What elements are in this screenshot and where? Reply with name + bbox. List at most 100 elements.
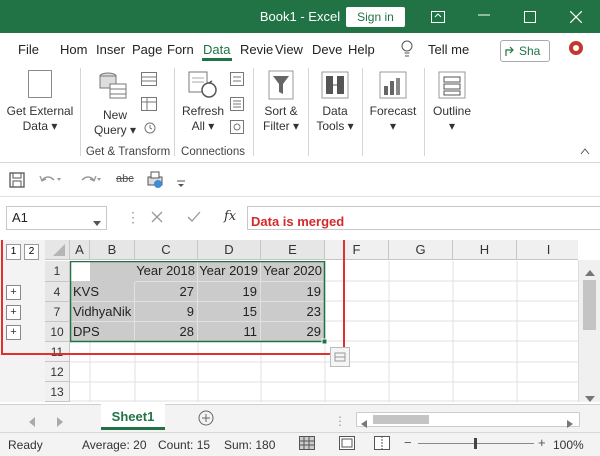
column-header-h[interactable]: H	[453, 240, 517, 260]
vertical-scrollbar[interactable]	[578, 260, 600, 402]
splitter-icon[interactable]: ⋮	[334, 414, 346, 428]
properties-icon[interactable]	[230, 97, 244, 116]
row-header-12[interactable]: 12	[45, 362, 70, 382]
status-ready: Ready	[8, 438, 43, 452]
zoom-out-icon[interactable]: −	[404, 435, 412, 450]
prev-sheet-icon[interactable]	[28, 414, 36, 432]
new-query-button[interactable]: New Query ▾	[86, 66, 138, 137]
column-header-g[interactable]: G	[389, 240, 453, 260]
scroll-right-icon[interactable]	[567, 415, 573, 433]
row-header-13[interactable]: 13	[45, 382, 70, 402]
zoom-in-icon[interactable]: +	[538, 435, 546, 450]
tab-review[interactable]: Revie	[240, 42, 273, 57]
spelling-icon[interactable]: abc	[116, 173, 134, 185]
quick-analysis-icon[interactable]	[330, 347, 350, 367]
tab-formulas[interactable]: Forn	[167, 42, 194, 57]
sign-in-button[interactable]: Sign in	[346, 7, 405, 27]
outline-icon	[438, 71, 466, 99]
quick-access-toolbar: abc	[0, 163, 600, 197]
insert-function-icon[interactable]: fx	[224, 209, 236, 224]
get-external-data-button[interactable]: Get External Data ▾	[3, 66, 77, 136]
user-avatar[interactable]	[568, 40, 584, 61]
ribbon: Get External Data ▾ New Query ▾ Get & Tr…	[0, 64, 600, 163]
ribbon-separator	[424, 68, 425, 156]
customize-qat-icon[interactable]	[177, 175, 185, 193]
ribbon-display-icon[interactable]	[428, 7, 448, 27]
refresh-all-label: Refresh	[181, 104, 225, 118]
tell-me-search[interactable]: Tell me	[428, 42, 469, 57]
scroll-left-icon[interactable]	[361, 415, 367, 433]
status-bar: Ready Average: 20 Count: 15 Sum: 180 − +…	[0, 432, 600, 456]
redo-icon[interactable]	[78, 172, 102, 193]
lightbulb-icon[interactable]	[400, 40, 414, 63]
horizontal-scrollbar[interactable]	[356, 412, 580, 428]
refresh-all-button[interactable]: Refresh All ▾	[178, 66, 228, 136]
sheet-tab-bar: ⋮	[0, 404, 600, 433]
share-button[interactable]: Sha	[500, 40, 550, 62]
forecast-label: Forecast	[369, 104, 417, 118]
enter-icon[interactable]	[187, 210, 201, 228]
get-external-data-label: Get External	[6, 104, 74, 118]
zoom-level[interactable]: 100%	[553, 438, 584, 452]
minimize-icon[interactable]	[474, 7, 494, 27]
data-tools-button[interactable]: Data Tools ▾	[312, 66, 358, 136]
ribbon-separator	[80, 68, 81, 156]
close-icon[interactable]	[566, 7, 586, 27]
recent-sources-icon[interactable]	[141, 120, 157, 139]
new-query-label-2: Query ▾	[93, 123, 137, 137]
chevron-down-icon[interactable]	[93, 214, 101, 232]
tab-view[interactable]: View	[275, 42, 303, 57]
forecast-icon	[379, 71, 407, 99]
undo-icon[interactable]	[38, 172, 62, 193]
column-header-i[interactable]: I	[517, 240, 578, 260]
name-box[interactable]: A1	[6, 206, 107, 230]
share-icon	[505, 46, 514, 56]
quick-print-icon[interactable]	[146, 171, 164, 194]
from-table-icon[interactable]	[141, 97, 157, 116]
h-scroll-thumb[interactable]	[373, 415, 429, 424]
refresh-icon	[188, 71, 217, 98]
cancel-icon[interactable]	[151, 210, 163, 228]
status-average: Average: 20	[82, 438, 147, 452]
edit-links-icon[interactable]	[230, 120, 244, 139]
page-layout-view-icon[interactable]	[339, 436, 355, 453]
save-icon[interactable]	[9, 172, 25, 193]
next-sheet-icon[interactable]	[56, 414, 64, 432]
worksheet-grid[interactable]: 1 2 A B C D E F G H I 1 4 7 10 11 12 13 …	[0, 240, 578, 402]
ribbon-separator	[174, 68, 175, 156]
sort-filter-label: Sort &	[264, 104, 298, 118]
tab-data[interactable]: Data	[203, 42, 230, 57]
sheet-tab-sheet1[interactable]: Sheet1	[101, 404, 165, 430]
status-sum: Sum: 180	[224, 438, 276, 452]
tab-home[interactable]: Hom	[60, 42, 87, 57]
group-connections: Connections	[181, 146, 245, 158]
scroll-thumb[interactable]	[583, 280, 596, 330]
page-break-view-icon[interactable]	[374, 436, 390, 453]
tab-insert[interactable]: Inser	[96, 42, 125, 57]
data-tools-icon	[321, 71, 349, 99]
filter-icon	[268, 70, 294, 100]
zoom-slider-thumb[interactable]	[474, 438, 477, 449]
tab-help[interactable]: Help	[348, 42, 375, 57]
ribbon-separator	[362, 68, 363, 156]
status-count: Count: 15	[158, 438, 211, 452]
new-query-label: New	[102, 108, 127, 122]
annotation-text: Data is merged	[251, 214, 345, 229]
group-get-transform: Get & Transform	[85, 146, 171, 158]
tab-page-layout[interactable]: Page	[132, 42, 162, 57]
sort-filter-button[interactable]: Sort & Filter ▾	[258, 66, 304, 136]
collapse-ribbon-icon[interactable]	[580, 146, 590, 158]
add-sheet-icon[interactable]	[198, 410, 214, 431]
normal-view-icon[interactable]	[299, 436, 315, 453]
title-bar: Book1 - Excel	[0, 0, 600, 33]
tab-file[interactable]: File	[18, 42, 39, 57]
tab-developer[interactable]: Deve	[312, 42, 342, 57]
connections-icon[interactable]	[230, 72, 244, 91]
show-queries-icon[interactable]	[141, 72, 157, 91]
window-title: Book1 - Excel	[259, 9, 341, 24]
outline-label: Outline	[432, 104, 472, 118]
forecast-button[interactable]: Forecast ▾	[366, 66, 420, 136]
refresh-all-label-2: All ▾	[191, 119, 215, 133]
outline-button[interactable]: Outline ▾	[428, 66, 476, 136]
maximize-icon[interactable]	[520, 7, 540, 27]
